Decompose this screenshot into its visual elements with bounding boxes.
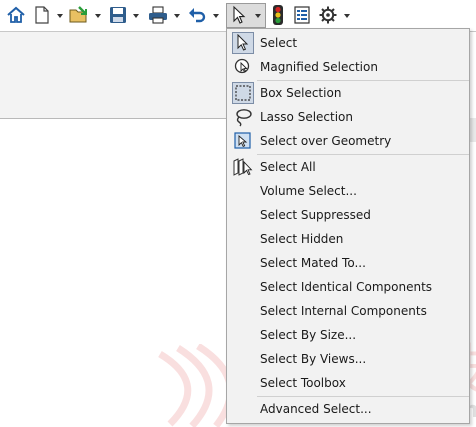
command-manager-area xyxy=(0,32,228,118)
menu-item-select-toolbox[interactable]: Select Toolbox xyxy=(228,371,468,395)
menu-item-select-hidden[interactable]: Select Hidden xyxy=(228,227,468,251)
menu-item-label: Select Toolbox xyxy=(260,376,346,390)
menu-item-label: Advanced Select... xyxy=(260,402,372,416)
lasso-icon xyxy=(232,106,254,128)
print-dropdown-icon[interactable] xyxy=(173,12,181,20)
menu-item-label: Volume Select... xyxy=(260,184,357,198)
new-document-icon[interactable] xyxy=(31,3,53,27)
menu-item-label: Select Hidden xyxy=(260,232,344,246)
undo-dropdown-icon[interactable] xyxy=(212,12,220,20)
box-selection-icon xyxy=(232,82,254,104)
menu-item-label: Magnified Selection xyxy=(260,60,378,74)
menu-item-select-all[interactable]: Select All xyxy=(228,155,468,179)
solidworks-window: 生信科技 .solidwise.com Select Magnified Sel… xyxy=(0,0,476,427)
menu-item-select-mated-to[interactable]: Select Mated To... xyxy=(228,251,468,275)
menu-item-select-by-size[interactable]: Select By Size... xyxy=(228,323,468,347)
menu-item-select-by-views[interactable]: Select By Views... xyxy=(228,347,468,371)
select-cursor-icon[interactable] xyxy=(228,3,250,27)
undo-icon[interactable] xyxy=(186,3,208,27)
open-dropdown-icon[interactable] xyxy=(94,12,102,20)
menu-item-label: Lasso Selection xyxy=(260,110,353,124)
home-icon[interactable] xyxy=(5,3,27,27)
menu-item-select[interactable]: Select xyxy=(228,31,468,55)
panel-divider xyxy=(0,118,228,119)
menu-item-select-suppressed[interactable]: Select Suppressed xyxy=(228,203,468,227)
menu-item-label: Select By Size... xyxy=(260,328,357,342)
select-all-icon xyxy=(232,156,254,178)
file-properties-icon[interactable] xyxy=(291,3,313,27)
menu-item-select-over-geometry[interactable]: Select over Geometry xyxy=(228,129,468,153)
menu-item-select-identical-components[interactable]: Select Identical Components xyxy=(228,275,468,299)
menu-item-label: Select Identical Components xyxy=(260,280,433,294)
menu-item-volume-select[interactable]: Volume Select... xyxy=(228,179,468,203)
open-folder-icon[interactable] xyxy=(68,3,90,27)
menu-item-label: Select Suppressed xyxy=(260,208,371,222)
menu-item-label: Box Selection xyxy=(260,86,342,100)
select-dropdown-icon[interactable] xyxy=(254,12,262,20)
options-dropdown-icon[interactable] xyxy=(343,12,351,20)
select-arrow-icon xyxy=(232,32,254,54)
menu-item-label: Select Mated To... xyxy=(260,256,366,270)
menu-item-select-internal-components[interactable]: Select Internal Components xyxy=(228,299,468,323)
menu-item-box-selection[interactable]: Box Selection xyxy=(228,81,468,105)
save-icon[interactable] xyxy=(107,3,129,27)
new-document-dropdown-icon[interactable] xyxy=(56,12,64,20)
menu-item-label: Select All xyxy=(260,160,316,174)
menu-item-lasso-selection[interactable]: Lasso Selection xyxy=(228,105,468,129)
rebuild-traffic-light-icon[interactable] xyxy=(267,3,289,27)
menu-item-label: Select Internal Components xyxy=(260,304,427,318)
options-gear-icon[interactable] xyxy=(317,3,339,27)
right-scroll-strip[interactable] xyxy=(470,118,476,142)
menu-item-label: Select over Geometry xyxy=(260,134,392,148)
select-dropdown-menu: Select Magnified Selection Box Selection… xyxy=(226,28,470,424)
standard-toolbar xyxy=(0,0,476,31)
select-over-geometry-icon xyxy=(232,130,254,152)
print-icon[interactable] xyxy=(147,3,169,27)
menu-item-label: Select By Views... xyxy=(260,352,367,366)
menu-item-label: Select xyxy=(260,36,298,50)
save-dropdown-icon[interactable] xyxy=(132,12,140,20)
magnifier-icon xyxy=(232,56,254,78)
menu-item-magnified-selection[interactable]: Magnified Selection xyxy=(228,55,468,79)
menu-item-advanced-select[interactable]: Advanced Select... xyxy=(228,397,468,421)
